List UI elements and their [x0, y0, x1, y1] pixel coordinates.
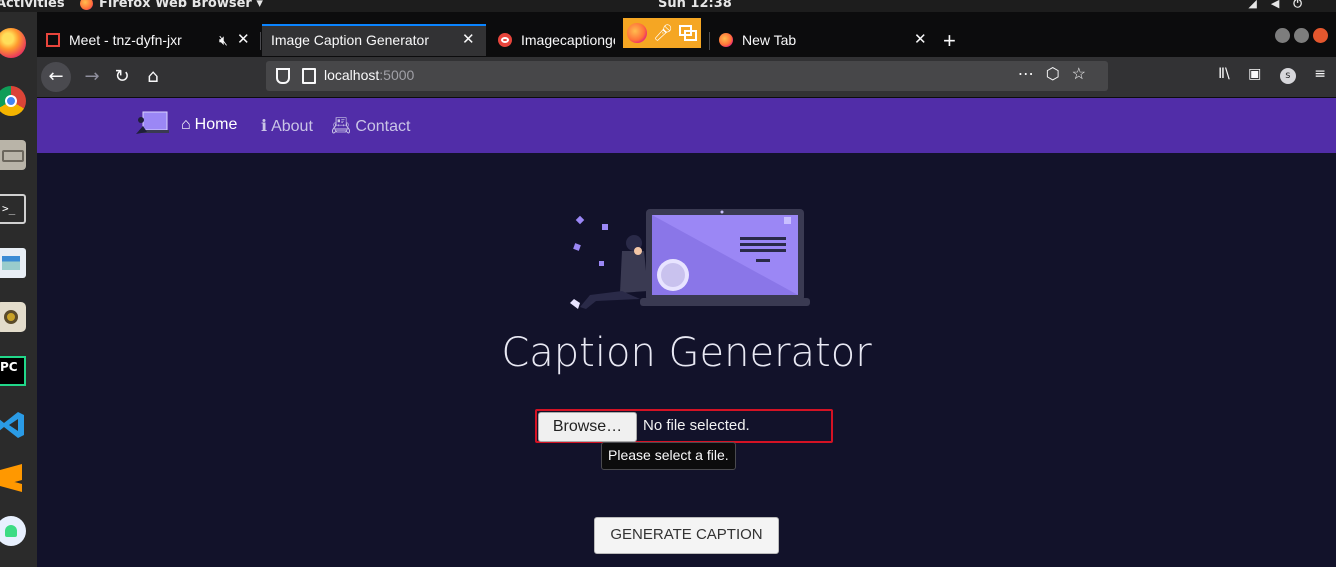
page-title: Caption Generator — [501, 330, 872, 376]
android-studio-dock-icon[interactable] — [0, 516, 26, 546]
url-text: localhost:5000 — [324, 67, 415, 83]
new-tab-button[interactable]: + — [943, 28, 956, 54]
generate-caption-button[interactable]: GENERATE CAPTION — [594, 517, 779, 554]
pycharm-dock-icon[interactable]: PC — [0, 356, 26, 386]
page-info-icon[interactable] — [302, 68, 316, 84]
wifi-icon: ◢ — [1248, 0, 1271, 10]
camera-off-icon[interactable]: 🔇︎ — [219, 24, 228, 56]
tab-new-tab[interactable]: New Tab ✕ — [710, 24, 932, 56]
browse-button[interactable]: Browse… — [538, 412, 637, 442]
site-navbar: ⌂ Home i About 📇︎ Contact — [37, 98, 1336, 153]
validation-tooltip: Please select a file. — [601, 442, 736, 470]
volume-icon: ◀ — [1270, 0, 1294, 10]
url-actions: ⋯⬡☆ — [1018, 64, 1098, 84]
nav-about-link[interactable]: i About — [261, 116, 313, 136]
pocket-icon[interactable]: ⬡ — [1046, 66, 1072, 83]
close-tab-icon[interactable]: ✕ — [462, 24, 475, 56]
nav-home-label: Home — [194, 116, 238, 133]
nav-about-label: About — [271, 118, 313, 135]
nav-home-link[interactable]: ⌂ Home — [181, 116, 237, 134]
files-dock-icon[interactable] — [0, 140, 26, 170]
firefox-icon — [627, 23, 647, 43]
tab-image-caption-generator[interactable]: Image Caption Generator ✕ — [262, 24, 486, 56]
maximize-icon[interactable] — [1294, 28, 1309, 43]
tab-strip: Meet - tnz-dyfn-jxr 🔇︎ ✕ Image Caption G… — [37, 12, 1336, 57]
app-menu[interactable]: Firefox Web Browser ▾ — [80, 0, 263, 11]
contact-card-icon: 📇︎ — [331, 118, 352, 135]
url-bar[interactable]: localhost:5000 ⋯⬡☆ — [266, 61, 1108, 91]
tab-label: New Tab — [742, 32, 797, 48]
account-avatar[interactable]: s — [1279, 68, 1296, 84]
sublime-dock-icon[interactable] — [0, 464, 26, 494]
menu-icon[interactable]: ≡ — [1314, 66, 1326, 82]
chrome-dock-icon[interactable] — [0, 86, 26, 116]
meet-icon — [46, 33, 60, 47]
activities-button[interactable]: Activities — [0, 0, 65, 11]
brand-logo[interactable] — [133, 110, 169, 138]
home-icon: ⌂ — [181, 116, 191, 133]
clock[interactable]: Sun 12:38 — [658, 0, 732, 11]
tab-label: Meet - tnz-dyfn-jxr — [69, 32, 182, 48]
system-top-bar: Activities Firefox Web Browser ▾ Sun 12:… — [0, 0, 1336, 12]
library-icon[interactable]: Ⅱ\ — [1218, 66, 1230, 82]
screen-share-overlay[interactable]: 🎤︎ — [623, 18, 701, 48]
vscode-dock-icon[interactable] — [0, 410, 26, 440]
firefox-icon — [719, 33, 733, 47]
toolbar-right: Ⅱ\ ▣ s ≡ — [1204, 66, 1326, 84]
hero-illustration — [570, 209, 810, 309]
system-tray[interactable]: ◢◀⏻ — [1248, 0, 1316, 11]
close-window-icon[interactable] — [1313, 28, 1328, 43]
screen-share-icon[interactable] — [678, 23, 698, 43]
close-tab-icon[interactable]: ✕ — [914, 24, 927, 56]
info-icon: i — [261, 116, 268, 135]
power-icon: ⏻ — [1293, 0, 1316, 10]
rhythmbox-dock-icon[interactable] — [0, 302, 26, 332]
file-input[interactable]: Browse… No file selected. — [535, 409, 833, 443]
close-tab-icon[interactable]: ✕ — [237, 24, 250, 56]
tab-meet[interactable]: Meet - tnz-dyfn-jxr 🔇︎ ✕ — [37, 24, 259, 56]
back-button[interactable]: ← — [41, 62, 71, 92]
tab-imagecaptiongenerator[interactable]: Imagecaptionge — [489, 24, 615, 56]
sidebar-icon[interactable]: ▣ — [1248, 66, 1261, 82]
app-menu-label: Firefox Web Browser ▾ — [99, 0, 263, 11]
nav-contact-label: Contact — [355, 118, 411, 135]
microphone-icon[interactable]: 🎤︎ — [653, 23, 673, 43]
page-actions-icon[interactable]: ⋯ — [1018, 66, 1046, 83]
firefox-icon — [80, 0, 93, 10]
tracking-shield-icon[interactable] — [276, 68, 290, 84]
red-glasses-icon — [498, 33, 512, 47]
tab-label: Imagecaptionge — [521, 32, 615, 48]
writer-dock-icon[interactable] — [0, 248, 26, 278]
file-status-text: No file selected. — [643, 417, 750, 434]
window-controls — [1271, 28, 1328, 47]
nav-contact-link[interactable]: 📇︎ Contact — [331, 116, 410, 136]
minimize-icon[interactable] — [1275, 28, 1290, 43]
firefox-dock-icon[interactable] — [0, 28, 26, 58]
forward-button[interactable]: → — [77, 62, 107, 92]
bookmark-star-icon[interactable]: ☆ — [1072, 66, 1098, 83]
dock: >_ PC — [0, 12, 38, 567]
reload-button[interactable]: ↻ — [107, 62, 137, 92]
tab-separator — [260, 32, 261, 50]
home-button[interactable]: ⌂ — [138, 62, 168, 92]
tab-label: Image Caption Generator — [271, 32, 429, 48]
page-content: ⌂ Home i About 📇︎ Contact Caption Generator — [37, 98, 1336, 567]
navigation-toolbar: ← → ↻ ⌂ localhost:5000 ⋯⬡☆ Ⅱ\ ▣ s ≡ — [37, 57, 1336, 98]
terminal-dock-icon[interactable]: >_ — [0, 194, 26, 224]
